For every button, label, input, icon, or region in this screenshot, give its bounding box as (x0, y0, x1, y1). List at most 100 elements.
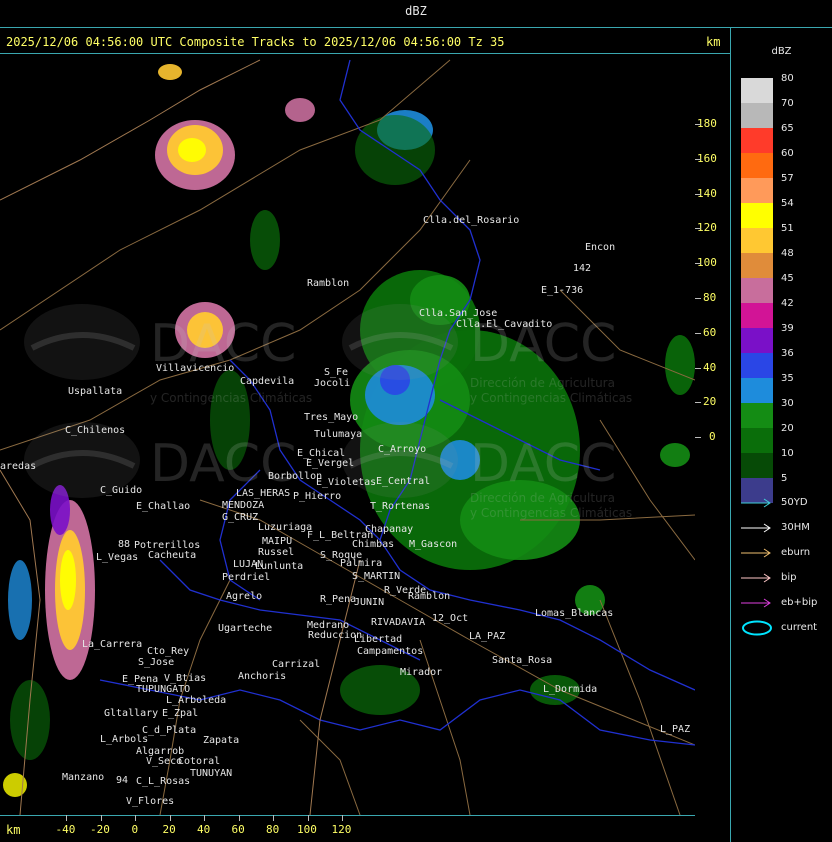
place-label: Anchoris (238, 671, 287, 682)
legend-swatch-label: 60 (781, 148, 794, 159)
echo-cell (665, 335, 695, 395)
x-tick (238, 815, 240, 821)
place-label: C_Chilenos (65, 425, 126, 436)
legend-swatch-label: 39 (781, 323, 794, 334)
legend-swatch (741, 353, 773, 378)
place-label: S_MARTIN (352, 571, 401, 582)
place-label: S_Jose (138, 657, 175, 668)
place-label: Capdevila (240, 376, 295, 387)
y-tick-label: 80 (703, 291, 717, 304)
x-tick (100, 815, 102, 821)
axis-unit-top: km (706, 35, 721, 49)
place-label: TUPUNGATO (136, 684, 191, 695)
legend-swatch (741, 128, 773, 153)
place-label: Manzano (62, 772, 105, 783)
place-label: MENDOZA (222, 500, 265, 511)
legend-swatch-label: 36 (781, 348, 794, 359)
echo-cell (10, 680, 50, 760)
place-label: 142 (573, 263, 592, 274)
echo-cell (60, 550, 76, 610)
watermark-subtitle: y Contingencias Climáticas (470, 391, 633, 405)
echo-cell (285, 98, 315, 122)
current-ellipse-icon (742, 620, 772, 636)
place-label: Cotoral (178, 756, 221, 767)
y-tick (695, 193, 701, 195)
track-arrow-icon (741, 498, 771, 508)
legend-swatch (741, 428, 773, 453)
place-label: Zapata (203, 735, 240, 746)
place-label: 94 (116, 775, 129, 786)
x-tick (342, 815, 343, 821)
legend-swatch (741, 278, 773, 303)
place-label: R_Pena (320, 594, 357, 605)
place-label: Lomas_Blancas (535, 608, 614, 619)
x-tick (307, 815, 309, 821)
y-tick (695, 332, 701, 334)
place-label: V_Btias (164, 673, 207, 684)
y-tick-label: 60 (703, 325, 717, 339)
echo-cell (158, 64, 182, 80)
legend-swatch-label: 57 (781, 173, 794, 184)
place-label: Ramblon (408, 591, 451, 602)
legend-swatch-label: 42 (781, 298, 794, 309)
legend-swatch-label: 5 (781, 473, 788, 484)
x-tick-label: 40 (197, 823, 211, 836)
place-label: P_Hierro (293, 491, 342, 502)
legend-swatch-label: 20 (781, 423, 794, 434)
place-label: Cto_Rey (147, 646, 190, 657)
echo-cell (660, 443, 690, 467)
place-label: Uspallata (68, 386, 123, 397)
x-tick (135, 815, 136, 821)
legend-swatch-label: 51 (781, 223, 794, 234)
x-tick-label: 80 (266, 823, 280, 836)
y-tick-label: 40 (703, 360, 717, 374)
watermark-subtitle: y Contingencias Climáticas (470, 506, 633, 520)
place-label: Libertad (354, 634, 403, 645)
place-label: aredas (0, 461, 37, 472)
radar-map[interactable]: DACC DACC DACC DACC Dirección de Agricul… (0, 54, 695, 815)
place-label: LAS_HERAS (236, 488, 291, 499)
legend-swatch (741, 378, 773, 403)
legend-swatch-label: 45 (781, 273, 794, 284)
y-tick (695, 124, 701, 125)
legend-track-label: current (781, 622, 818, 633)
place-label: LA_PAZ (469, 631, 506, 642)
legend-swatch (741, 228, 773, 253)
place-label: MAIPU (262, 536, 293, 547)
legend-track-label: eb+bip (781, 597, 818, 608)
place-label: E_Central (376, 476, 431, 487)
y-tick-label: 0 (709, 430, 716, 444)
track-arrow-icon (741, 548, 771, 558)
legend-swatch (741, 328, 773, 353)
x-tick-label: 0 (131, 823, 139, 836)
watermark-subtitle: Dirección de Agricultura (470, 491, 615, 505)
x-tick (273, 815, 274, 821)
legend-swatch-label: 65 (781, 123, 794, 134)
x-tick-label: 60 (231, 823, 245, 836)
place-label: Perdriel (222, 572, 271, 583)
legend-swatch (741, 253, 773, 278)
place-label: Cacheuta (148, 550, 197, 561)
place-label: Clla.San_Jose (419, 308, 498, 319)
x-tick (204, 815, 205, 821)
road-line (299, 719, 361, 815)
place-label: Jocoli (314, 378, 351, 389)
y-tick (695, 263, 701, 265)
place-label: Campamentos (357, 646, 424, 657)
legend-swatch (741, 303, 773, 328)
place-label: Tulumaya (314, 429, 363, 440)
place-label: Agrelo (226, 591, 263, 602)
legend-swatch-label: 10 (781, 448, 794, 459)
x-tick-label: 20 (162, 823, 176, 836)
place-label: L_Dormida (543, 684, 598, 695)
legend-swatch (741, 203, 773, 228)
x-tick-label: -20 (90, 823, 110, 836)
place-label: C_L_Rosas (136, 776, 191, 787)
legend-panel: dBZ 80 70 65 60 57 54 51 48 45 42 39 36 35 30 20 10 5 50… (731, 28, 832, 842)
place-label: 12_Oct (432, 613, 469, 624)
legend-swatch-label: 48 (781, 248, 794, 259)
place-label: Luzuriaga (258, 522, 313, 533)
place-label: TUNUYAN (190, 768, 233, 779)
place-label: E_1-736 (541, 285, 584, 296)
legend-swatch (741, 103, 773, 128)
